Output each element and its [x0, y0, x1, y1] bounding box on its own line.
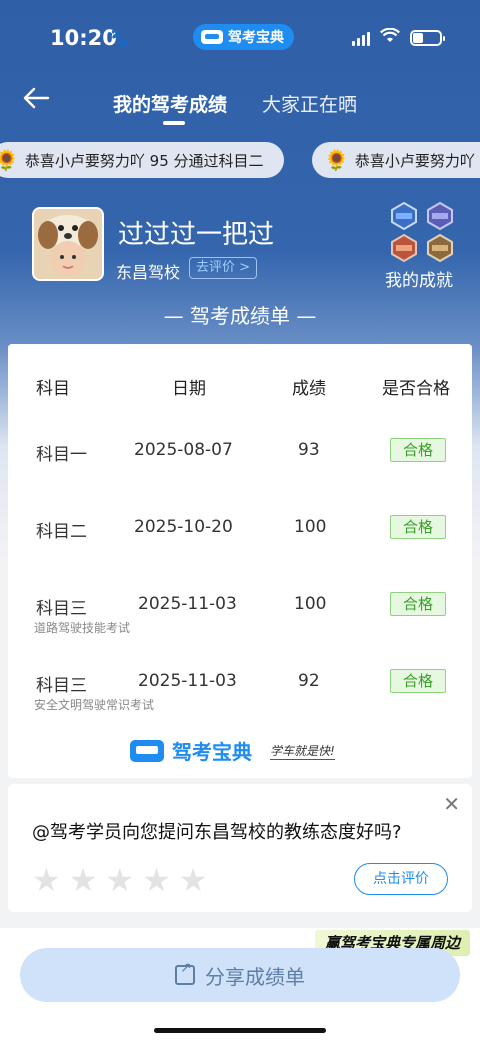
app-indicator-label: 驾考宝典 — [228, 30, 284, 46]
sunflower-icon: 🌻 — [324, 148, 349, 172]
pass-badge: 合格 — [390, 438, 446, 462]
congrats-ticker-item[interactable]: 🌻 恭喜小卢要努力吖 — [312, 142, 480, 178]
coach-question-card: ✕ @驾考学员向您提问东昌驾校的教练态度好吗? ★ ★ ★ ★ ★ 点击评价 — [8, 784, 472, 912]
share-button-label: 分享成绩单 — [205, 964, 305, 989]
star-icon[interactable]: ★ — [32, 864, 61, 896]
back-arrow-icon[interactable] — [22, 84, 54, 116]
brand-footer: 驾考宝典 学车就是快! — [130, 736, 335, 765]
pass-badge: 合格 — [390, 515, 446, 539]
badge-icon — [391, 234, 417, 262]
brand-car-icon — [130, 739, 164, 762]
row-subject: 科目二 — [36, 522, 87, 542]
row-subject: 科目三 — [36, 676, 87, 696]
score-report-card: 科目 日期 成绩 是否合格 科目一 2025-08-07 93 合格 科目二 2… — [8, 344, 472, 778]
avatar[interactable] — [32, 207, 104, 281]
share-icon — [175, 960, 195, 985]
star-icon[interactable]: ★ — [179, 864, 208, 896]
ticker-text: 恭喜小卢要努力吖 — [354, 151, 475, 170]
brand-slogan: 学车就是快! — [270, 743, 335, 760]
row-subject: 科目一 — [36, 445, 87, 465]
signal-icon — [352, 30, 370, 46]
row-date: 2025-11-03 — [138, 594, 237, 614]
sunflower-icon: 🌻 — [0, 148, 19, 172]
system-icons — [352, 27, 445, 48]
badge-icon — [427, 234, 453, 262]
paw-icon: 🐾 — [108, 28, 131, 49]
report-title: — 驾考成绩单 — — [163, 304, 317, 328]
row-date: 2025-10-20 — [134, 517, 233, 537]
row-score: 93 — [298, 440, 320, 460]
congrats-ticker-item[interactable]: 🌻 恭喜小卢要努力吖 95 分通过科目二 — [0, 142, 284, 178]
row-score: 92 — [298, 671, 320, 691]
active-tab-indicator — [163, 121, 185, 125]
achievements-label[interactable]: 我的成就 — [385, 266, 453, 291]
status-bar: 10:20 🐾 驾考宝典 — [0, 0, 480, 76]
row-score: 100 — [294, 517, 327, 537]
header-score: 成绩 — [292, 379, 326, 399]
rate-button[interactable]: 点击评价 — [354, 863, 448, 895]
pass-badge: 合格 — [390, 592, 446, 616]
status-time: 10:20 — [50, 26, 117, 50]
ticker-text: 恭喜小卢要努力吖 95 分通过科目二 — [24, 151, 264, 170]
row-note: 安全文明驾驶常识考试 — [34, 698, 155, 712]
star-icon[interactable]: ★ — [69, 864, 98, 896]
row-subject: 科目三 — [36, 599, 87, 619]
pass-badge: 合格 — [390, 669, 446, 693]
rate-school-link[interactable]: 去评价 > — [189, 257, 258, 279]
row-date: 2025-08-07 — [134, 440, 233, 460]
row-score: 100 — [294, 594, 327, 614]
brand-name: 驾考宝典 — [172, 740, 252, 764]
badge-icon — [427, 202, 453, 230]
close-icon[interactable]: ✕ — [443, 792, 460, 816]
question-text: @驾考学员向您提问东昌驾校的教练态度好吗? — [32, 822, 402, 843]
driving-school-name: 东昌驾校 — [116, 263, 181, 282]
battery-icon — [410, 30, 445, 46]
user-name: 过过过一把过 — [118, 220, 275, 250]
header-pass: 是否合格 — [382, 379, 450, 399]
wifi-icon — [380, 27, 400, 48]
header-subject: 科目 — [36, 379, 70, 399]
star-icon[interactable]: ★ — [105, 864, 134, 896]
header-date: 日期 — [172, 379, 206, 399]
car-icon — [201, 30, 223, 44]
row-date: 2025-11-03 — [138, 671, 237, 691]
badge-icon — [391, 202, 417, 230]
app-indicator-pill[interactable]: 驾考宝典 — [193, 24, 294, 50]
share-report-button[interactable]: 分享成绩单 — [20, 948, 460, 1002]
home-indicator[interactable] — [154, 1028, 326, 1033]
row-note: 道路驾驶技能考试 — [34, 621, 131, 635]
tab-my-scores[interactable]: 我的驾考成绩 — [113, 90, 227, 117]
achievement-badges[interactable] — [388, 200, 456, 264]
star-icon[interactable]: ★ — [142, 864, 171, 896]
tab-everyone-sharing[interactable]: 大家正在晒 — [262, 90, 357, 117]
star-rating[interactable]: ★ ★ ★ ★ ★ — [32, 864, 207, 896]
